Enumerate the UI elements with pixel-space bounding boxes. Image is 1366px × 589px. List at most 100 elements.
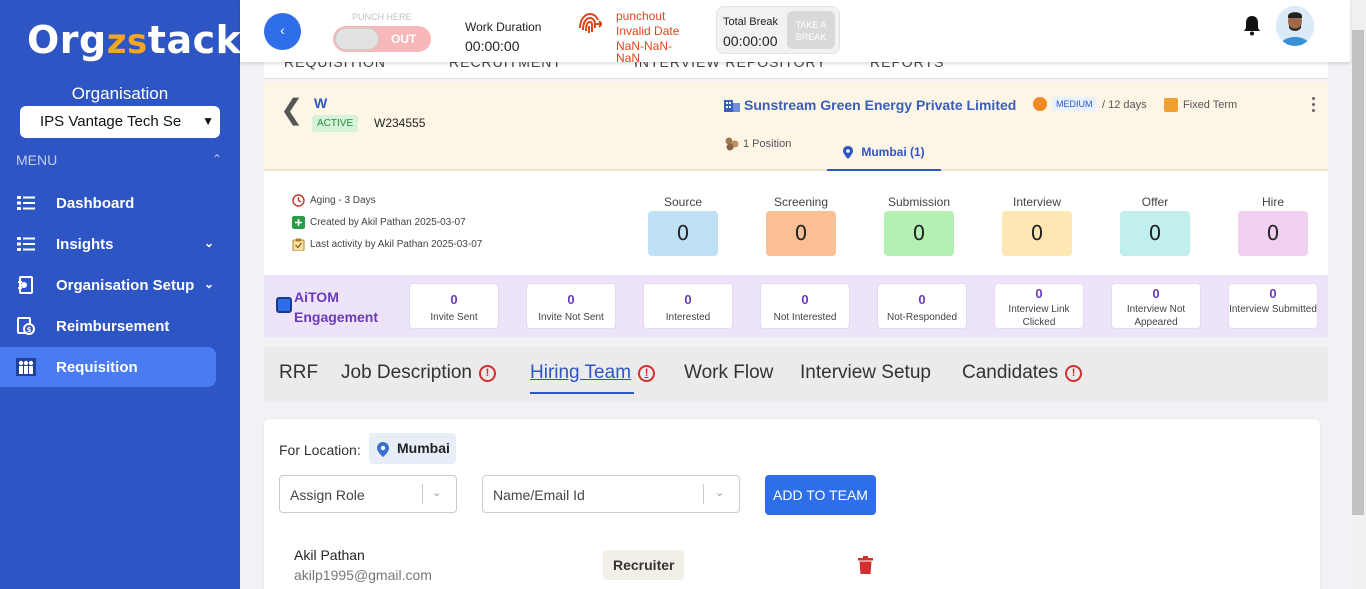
tab-job-description[interactable]: Job Description! — [341, 362, 496, 384]
section-tab-recruitment[interactable]: RECRUITMENT — [449, 62, 562, 70]
logo[interactable]: Orgzstack — [27, 18, 241, 62]
aging-info: Aging - 3 Days — [292, 194, 376, 207]
sidebar-item-dashboard[interactable]: Dashboard — [0, 183, 216, 223]
punch-label: PUNCH HERE — [352, 12, 412, 22]
employment-term: Fixed Term — [1164, 98, 1237, 112]
organisation-label: Organisation — [71, 84, 169, 103]
sidebar-item-reimbursement[interactable]: $ Reimbursement — [0, 306, 216, 346]
chevron-left-icon: ‹ — [280, 22, 285, 38]
logo-text-2: zs — [106, 22, 148, 62]
engagement-invite-not-sent[interactable]: 0 Invite Not Sent — [526, 283, 616, 329]
tab-label: Candidates — [962, 362, 1059, 383]
engagement-interview-submitted[interactable]: 0 Interview Submitted — [1228, 283, 1318, 329]
aitom-engagement: AiTOM Engagement 0 Invite Sent 0 Invite … — [264, 275, 1328, 337]
bell-icon[interactable] — [1242, 14, 1262, 36]
requisition-header: ❮ W ACTIVE W234555 Sunstream Green Energ… — [264, 81, 1328, 171]
stage-label: Submission — [887, 195, 951, 209]
back-icon[interactable]: ❮ — [280, 93, 303, 126]
engagement-not-interested[interactable]: 0 Not Interested — [760, 283, 850, 329]
requisition-title: W — [314, 95, 328, 111]
list-icon — [16, 193, 36, 213]
clock-icon — [292, 194, 305, 207]
tab-rrf[interactable]: RRF — [279, 362, 318, 384]
engagement-value: 0 — [1152, 286, 1160, 301]
engagement-interview-not-appeared[interactable]: 0 Interview Not Appeared — [1111, 283, 1201, 329]
menu-header[interactable]: MENU ⌃ — [16, 152, 222, 168]
engagement-label: Interview Link Clicked — [1008, 304, 1070, 328]
location-chip-label: Mumbai — [397, 440, 450, 456]
punch-state: OUT — [391, 32, 417, 46]
tab-interview-setup[interactable]: Interview Setup — [800, 362, 931, 384]
tab-label: Interview Setup — [800, 362, 931, 383]
stage-label: Hire — [1261, 195, 1284, 209]
tab-label: Hiring Team — [530, 362, 632, 383]
engagement-invite-sent[interactable]: 0 Invite Sent — [409, 283, 499, 329]
organisation-select[interactable]: IPS Vantage Tech Se ▼ — [20, 106, 220, 138]
sidebar-item-insights[interactable]: Insights ⌄ — [0, 224, 216, 264]
stage-interview[interactable]: Interview 0 — [1002, 195, 1072, 256]
select-divider — [703, 484, 704, 504]
chevron-down-icon: ⌄ — [203, 277, 215, 291]
member-email: akilp1995@gmail.com — [294, 567, 432, 583]
aging-text: Aging - 3 Days — [310, 195, 376, 206]
stage-source[interactable]: Source 0 — [648, 195, 718, 256]
engagement-label: Interested — [665, 312, 711, 323]
assign-role-select[interactable]: Assign Role ⌄ — [279, 475, 457, 513]
employment-term-label: Fixed Term — [1183, 99, 1238, 111]
topbar: ‹ PUNCH HERE OUT Work Duration 00:00:00 … — [240, 0, 1350, 64]
reimbursement-icon: $ — [16, 316, 36, 336]
positions-count: 1 Position — [724, 137, 791, 151]
assign-role-placeholder: Assign Role — [290, 487, 365, 503]
stage-offer[interactable]: Offer 0 — [1120, 195, 1190, 256]
chevron-down-icon: ⌄ — [432, 487, 442, 499]
section-tab-reports[interactable]: REPORTS — [870, 62, 944, 70]
location-pin-icon — [843, 145, 854, 159]
engagement-value: 0 — [801, 292, 809, 307]
priority: MEDIUM — [1033, 97, 1097, 111]
section-tab-interview-repository[interactable]: INTERVIEW REPOSITORY — [634, 62, 827, 70]
location-tab-label: Mumbai (1) — [861, 145, 925, 159]
work-duration-label: Work Duration — [465, 20, 542, 34]
break-panel: Total Break 00:00:00 TAKE A BREAK — [716, 6, 840, 54]
main-content: REQUISITION RECRUITMENT INTERVIEW REPOSI… — [240, 62, 1350, 589]
stage-screening[interactable]: Screening 0 — [766, 195, 836, 256]
avatar[interactable] — [1276, 6, 1314, 46]
collapse-sidebar-button[interactable]: ‹ — [264, 13, 301, 50]
punch-toggle[interactable]: OUT — [333, 26, 431, 52]
svg-text:$: $ — [27, 326, 32, 334]
section-tab-requisition[interactable]: REQUISITION — [284, 62, 386, 70]
company-name[interactable]: Sunstream Green Energy Private Limited — [724, 97, 1016, 113]
engagement-not-responded[interactable]: 0 Not-Responded — [877, 283, 967, 329]
trash-icon[interactable] — [858, 556, 873, 574]
sidebar-item-organisation-setup[interactable]: Organisation Setup ⌄ — [0, 265, 216, 305]
take-break-button[interactable]: TAKE A BREAK — [787, 11, 835, 49]
stage-submission[interactable]: Submission 0 — [884, 195, 954, 256]
punch-toggle-knob — [335, 28, 379, 50]
stage-hire[interactable]: Hire 0 — [1238, 195, 1308, 256]
engagement-interview-link-clicked[interactable]: 0 Interview Link Clicked — [994, 283, 1084, 329]
plus-icon — [292, 216, 305, 229]
tab-hiring-team[interactable]: Hiring Team! — [530, 362, 656, 384]
app: Orgzstack Organisation IPS Vantage Tech … — [0, 0, 1366, 589]
company-label: Sunstream Green Energy Private Limited — [744, 97, 1017, 113]
location-chip: Mumbai — [369, 433, 456, 464]
location-tab-mumbai[interactable]: Mumbai (1) — [827, 135, 941, 171]
member-role-badge: Recruiter — [603, 550, 685, 580]
aitom-icon — [276, 297, 292, 313]
engagement-interested[interactable]: 0 Interested — [643, 283, 733, 329]
engagement-label: Not Interested — [773, 312, 837, 323]
more-options-icon[interactable] — [1312, 97, 1316, 115]
engagement-value: 0 — [1269, 286, 1277, 301]
add-to-team-button[interactable]: ADD TO TEAM — [765, 475, 876, 515]
sidebar-item-label: Organisation Setup — [56, 276, 195, 294]
scrollbar-thumb[interactable] — [1352, 30, 1364, 515]
chevron-down-icon: ⌄ — [203, 236, 215, 250]
tab-candidates[interactable]: Candidates! — [962, 362, 1083, 384]
stage-value: 0 — [766, 211, 836, 256]
tab-work-flow[interactable]: Work Flow — [684, 362, 773, 384]
engagement-value: 0 — [918, 292, 926, 307]
name-email-select[interactable]: Name/Email Id ⌄ — [482, 475, 740, 513]
stage-value: 0 — [1120, 211, 1190, 256]
sidebar-item-requisition[interactable]: Requisition — [0, 347, 216, 387]
menu-label: MENU — [16, 152, 58, 168]
